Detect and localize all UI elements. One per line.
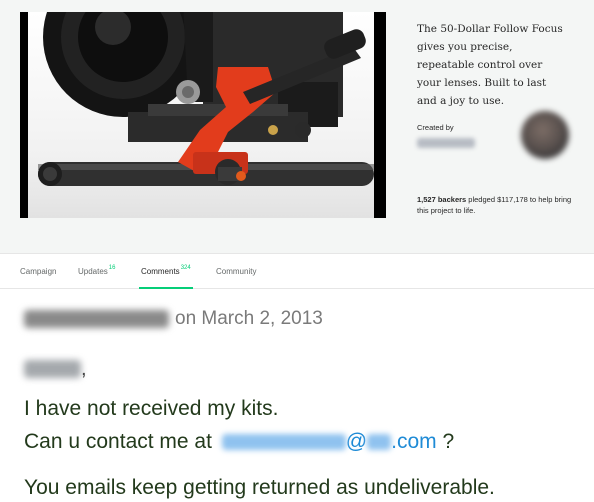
follow-focus-illustration xyxy=(38,12,374,186)
comment-line-3: You emails keep getting returned as unde… xyxy=(24,476,495,499)
tab-campaign-label: Campaign xyxy=(20,267,57,276)
comment-line-2: Can u contact me at @ .com ? xyxy=(24,430,454,454)
comment-line-2-suffix: ? xyxy=(436,430,455,453)
backers-summary: 1,527 backers pledged $117,178 to help b… xyxy=(417,194,577,216)
comment-line-1: I have not received my kits. xyxy=(24,397,279,420)
creator-avatar[interactable] xyxy=(521,111,569,159)
comment-salutation: , xyxy=(24,357,87,381)
tab-updates[interactable]: Updates16 xyxy=(78,265,116,276)
tab-updates-label: Updates xyxy=(78,267,108,276)
project-hero: The 50-Dollar Follow Focus gives you pre… xyxy=(0,0,594,253)
comment-header: on March 2, 2013 xyxy=(24,307,323,331)
active-tab-indicator xyxy=(139,287,193,289)
email-link[interactable]: @ .com xyxy=(218,430,437,453)
project-image[interactable] xyxy=(20,12,386,218)
comment-line-2-prefix: Can u contact me at xyxy=(24,430,218,453)
salutation-comma: , xyxy=(81,357,87,380)
commenter-name-redacted[interactable] xyxy=(24,310,169,328)
created-by-label: Created by xyxy=(417,123,454,132)
salutation-name-redacted xyxy=(24,360,81,378)
tab-community-label: Community xyxy=(216,267,257,276)
follow-focus-photo xyxy=(28,12,374,218)
tab-comments-count: 324 xyxy=(180,265,191,271)
email-domain-redacted xyxy=(367,434,392,451)
tab-campaign[interactable]: Campaign xyxy=(20,267,56,276)
project-tabs: Campaign Updates16 Comments324 Community xyxy=(0,253,594,289)
tab-comments[interactable]: Comments324 xyxy=(141,265,191,276)
email-at: @ xyxy=(345,430,368,453)
tab-comments-label: Comments xyxy=(141,267,180,276)
comment-date: on March 2, 2013 xyxy=(175,308,323,329)
project-blurb: The 50-Dollar Follow Focus gives you pre… xyxy=(417,23,563,107)
creator-name-redacted[interactable] xyxy=(417,138,475,148)
tab-updates-count: 16 xyxy=(108,265,116,271)
email-tld: .com xyxy=(391,430,437,453)
email-user-redacted xyxy=(221,434,346,451)
tab-community[interactable]: Community xyxy=(216,267,256,276)
backers-count: 1,527 backers xyxy=(417,195,467,204)
